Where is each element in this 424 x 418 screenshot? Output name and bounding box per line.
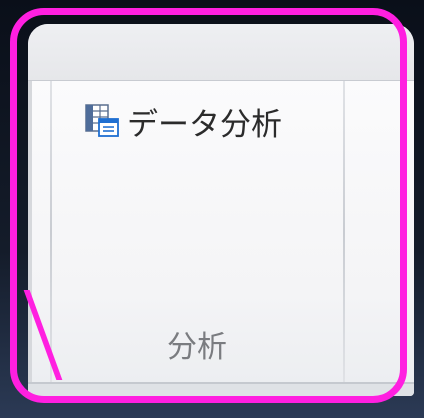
screenshot-stage: データ分析 分析 [0, 0, 424, 418]
group-separator-right [343, 81, 345, 384]
data-analysis-button[interactable]: データ分析 [79, 97, 288, 145]
group-label: 分析 [167, 330, 227, 365]
ribbon-bottom-border [28, 382, 414, 396]
data-analysis-label: データ分析 [127, 106, 282, 143]
analysis-group: データ分析 分析 [53, 81, 341, 384]
ribbon: データ分析 分析 [28, 24, 414, 396]
ribbon-tab-strip [28, 24, 414, 81]
data-analysis-icon [85, 104, 119, 138]
group-separator-left [50, 81, 52, 384]
ribbon-next-group [346, 81, 414, 384]
